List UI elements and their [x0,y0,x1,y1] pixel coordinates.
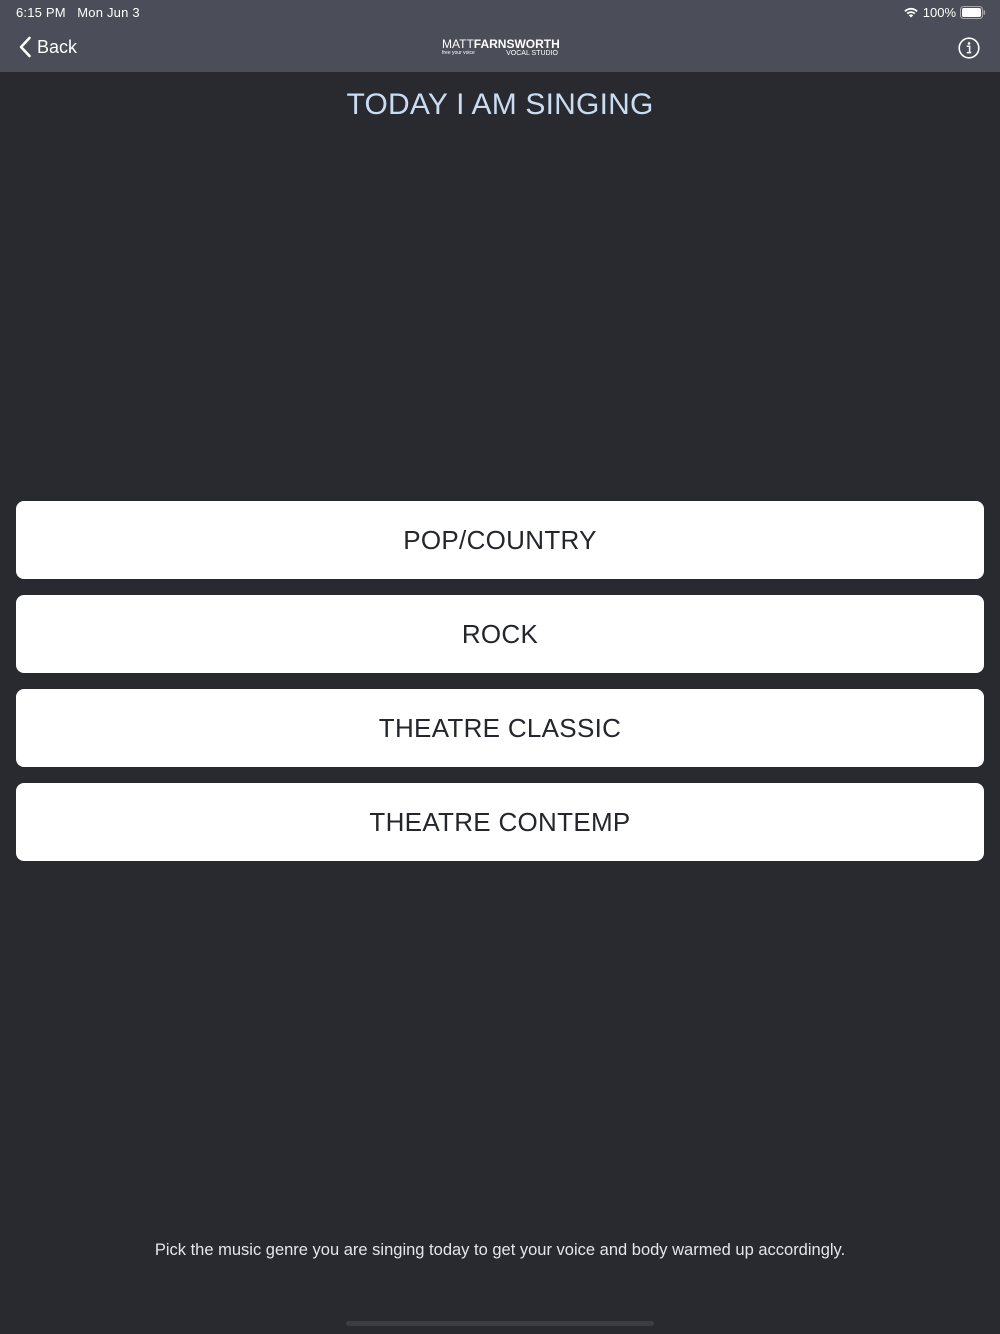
genre-button-rock[interactable]: ROCK [16,595,984,673]
genre-button-pop-country[interactable]: POP/COUNTRY [16,501,984,579]
logo-subtitle: VOCAL STUDIO [506,50,558,57]
genre-button-theatre-contemp[interactable]: THEATRE CONTEMP [16,783,984,861]
back-label: Back [37,36,78,57]
page-title: TODAY I AM SINGING [346,88,654,121]
battery-icon [960,5,986,19]
status-time-date: 6:15 PM Mon Jun 3 [16,5,140,20]
studio-logo: MATTFARNSWORTH free your voice VOCAL STU… [442,38,562,60]
chevron-left-icon [19,36,31,58]
info-icon[interactable] [958,37,980,59]
logo-tagline: free your voice [442,50,475,56]
logo-name-first: MATT [442,37,474,51]
status-indicators: 100% [903,4,986,20]
genre-button-theatre-classic[interactable]: THEATRE CLASSIC [16,689,984,767]
logo-name-last: FARNSWORTH [473,37,560,51]
wifi-icon [904,7,918,18]
logo-name: MATTFARNSWORTH [442,38,562,50]
genre-picker-screen: 6:15 PM Mon Jun 3 100% Back MATTFARNSWOR… [0,0,1000,1334]
back-button[interactable]: Back [18,36,77,58]
home-indicator[interactable] [346,1321,654,1326]
logo-subline: free your voice VOCAL STUDIO [442,50,558,57]
navigation-bar: 6:15 PM Mon Jun 3 100% Back MATTFARNSWOR… [0,0,1000,72]
hint-text: Pick the music genre you are singing tod… [154,1241,846,1259]
battery-percent: 100% [922,4,956,20]
genre-list: POP/COUNTRY ROCK THEATRE CLASSIC THEATRE… [16,501,984,877]
